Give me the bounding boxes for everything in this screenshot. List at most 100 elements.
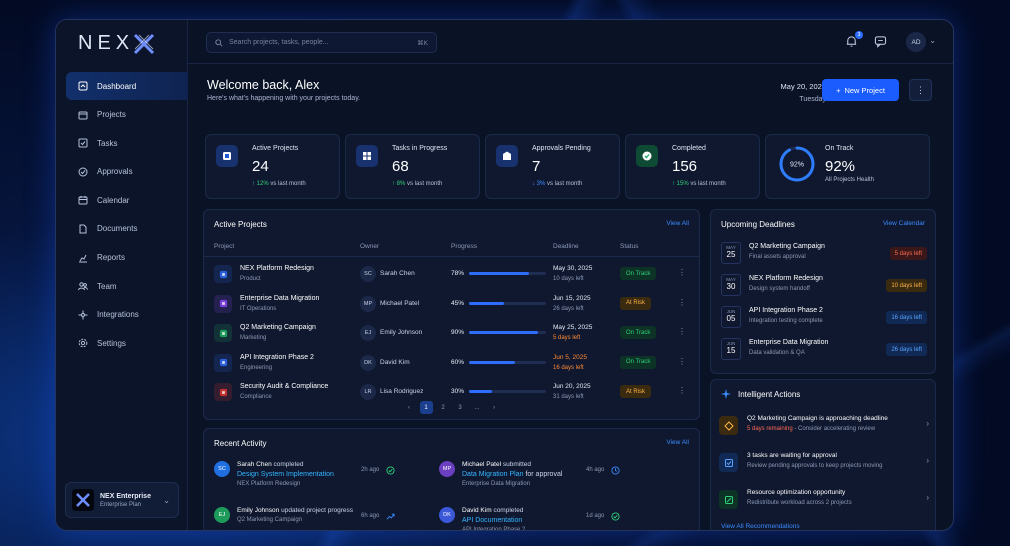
- recommendation-item[interactable]: 3 tasks are waiting for approval Review …: [719, 451, 929, 481]
- sidebar-item-label: Documents: [97, 224, 138, 234]
- plan-switcher[interactable]: NEX Enterprise Enterprise Plan ⌄: [65, 482, 179, 518]
- row-more-icon[interactable]: ⋮: [678, 357, 686, 366]
- deadline-title: API Integration Phase 2: [749, 307, 823, 314]
- stat-label: On Track: [825, 145, 854, 152]
- sidebar-item-documents[interactable]: Documents: [66, 215, 188, 243]
- new-project-label: New Project: [844, 85, 885, 95]
- table-row[interactable]: Enterprise Data Migration IT Operations …: [204, 289, 699, 319]
- recommendation-item[interactable]: Resource optimization opportunity Redist…: [719, 488, 929, 518]
- row-more-icon[interactable]: ⋮: [678, 327, 686, 336]
- stat-card-approvals-pending[interactable]: Approvals Pending 7 ↓ 3% vs last month: [485, 134, 620, 199]
- activity-actor: Michael Patel: [462, 461, 502, 468]
- prev-page-button[interactable]: ‹: [403, 401, 416, 414]
- recommendation-text: Redistribute workload across 2 projects: [747, 500, 852, 506]
- page-button[interactable]: 1: [419, 401, 433, 414]
- tasks-icon: [78, 138, 88, 148]
- stat-card-active-projects[interactable]: Active Projects 24 ↑ 12% vs last month: [205, 134, 340, 199]
- messages-button[interactable]: [874, 35, 888, 49]
- page-button[interactable]: 3: [454, 401, 467, 414]
- sidebar-item-reports[interactable]: Reports: [66, 244, 188, 272]
- sidebar-item-label: Tasks: [97, 138, 118, 148]
- stat-value: 156: [672, 158, 698, 175]
- sidebar-item-team[interactable]: Team: [66, 272, 188, 300]
- row-more-icon[interactable]: ⋮: [678, 268, 686, 277]
- table-row[interactable]: NEX Platform Redesign Product SC Sarah C…: [204, 259, 699, 289]
- sidebar-item-calendar[interactable]: Calendar: [66, 186, 188, 214]
- progress-percent: 78%: [451, 270, 465, 277]
- documents-icon: [79, 224, 87, 234]
- stat-card-completed[interactable]: Completed 156 ↑ 15% vs last month: [625, 134, 760, 199]
- chevron-down-icon[interactable]: ⌄: [929, 36, 936, 45]
- project-name[interactable]: API Integration Phase 2: [240, 354, 314, 361]
- brand-logo[interactable]: NEX: [78, 32, 156, 55]
- row-more-icon[interactable]: ⋮: [678, 298, 686, 307]
- sidebar-item-dashboard[interactable]: Dashboard: [66, 72, 188, 100]
- search-input[interactable]: Search projects, tasks, people... ⌘K: [206, 32, 437, 53]
- topbar: Search projects, tasks, people... ⌘K 3 A…: [188, 20, 953, 64]
- project-name[interactable]: NEX Platform Redesign: [240, 265, 314, 272]
- col-progress: Progress: [451, 243, 478, 250]
- page-button[interactable]: ...: [471, 401, 484, 414]
- owner-name: Michael Patel: [380, 299, 420, 307]
- stat-label: Active Projects: [252, 145, 299, 152]
- activity-time: 6h ago: [361, 513, 380, 519]
- activity-verb: updated project progress: [281, 507, 353, 514]
- deadline-item[interactable]: JUN 15 Enterprise Data Migration Data va…: [721, 338, 927, 366]
- stat-card-on-track[interactable]: 92% On Track 92% All Projects Health: [765, 134, 930, 199]
- activity-project: Enterprise Data Migration: [462, 481, 531, 487]
- progress-bar: [469, 331, 546, 334]
- table-row[interactable]: Q2 Marketing Campaign Marketing EJ Emily…: [204, 318, 699, 348]
- view-calendar-link[interactable]: View Calendar: [883, 220, 925, 227]
- stat-label: Tasks in Progress: [392, 145, 448, 152]
- project-name[interactable]: Security Audit & Compliance: [240, 383, 328, 390]
- date-text: May 20, 2025: [780, 82, 826, 91]
- deadline-item[interactable]: MAY 30 NEX Platform Redesign Design syst…: [721, 274, 927, 302]
- stat-value: 68: [392, 158, 409, 175]
- message-icon: [874, 36, 887, 48]
- calendar-date-icon: MAY 25: [721, 242, 741, 264]
- calendar-date-icon: JUN 15: [721, 338, 741, 360]
- stat-trend: ↑ 8% vs last month: [392, 181, 442, 187]
- activity-target-link[interactable]: Data Migration Plan: [462, 471, 523, 478]
- row-more-icon[interactable]: ⋮: [678, 386, 686, 395]
- chevron-right-icon: ›: [926, 456, 929, 465]
- project-name[interactable]: Enterprise Data Migration: [240, 295, 319, 302]
- approvals-icon: [78, 167, 88, 177]
- sidebar-item-integrations[interactable]: Integrations: [66, 301, 188, 329]
- stat-card-tasks-in-progress[interactable]: Tasks in Progress 68 ↑ 8% vs last month: [345, 134, 480, 199]
- sidebar: NEX Dashboard Projects Tasks Approvals C…: [56, 20, 188, 530]
- activity-target-link[interactable]: API Documentation: [462, 517, 522, 524]
- table-row[interactable]: API Integration Phase 2 Engineering DK D…: [204, 348, 699, 378]
- intelligent-actions-panel: Intelligent Actions Q2 Marketing Campaig…: [710, 379, 936, 530]
- page-button[interactable]: 2: [437, 401, 450, 414]
- sidebar-item-settings[interactable]: Settings: [66, 329, 188, 357]
- stat-value: 92%: [825, 158, 856, 175]
- new-project-button[interactable]: + New Project: [822, 79, 899, 101]
- view-all-projects-link[interactable]: View All: [666, 220, 689, 227]
- user-avatar[interactable]: AD: [906, 32, 926, 52]
- panel-title: Recent Activity: [214, 439, 267, 448]
- deadline-item[interactable]: MAY 25 Q2 Marketing Campaign Final asset…: [721, 242, 927, 270]
- next-page-button[interactable]: ›: [488, 401, 501, 414]
- chevron-down-icon: ⌄: [163, 496, 170, 505]
- view-all-recommendations-link[interactable]: View All Recommendations: [721, 523, 800, 530]
- sidebar-item-approvals[interactable]: Approvals: [66, 158, 188, 186]
- recommendation-title: 3 tasks are waiting for approval: [747, 452, 837, 459]
- project-name[interactable]: Q2 Marketing Campaign: [240, 324, 316, 331]
- deadline-item[interactable]: JUN 05 API Integration Phase 2 Integrati…: [721, 306, 927, 334]
- pagination: ‹ 1 2 3... ›: [204, 401, 699, 414]
- view-all-activity-link[interactable]: View All: [666, 439, 689, 446]
- activity-target-link[interactable]: Design System Implementation: [237, 471, 334, 478]
- progress-percent: 30%: [451, 388, 465, 395]
- sidebar-item-label: Reports: [97, 253, 126, 263]
- sidebar-item-projects[interactable]: Projects: [66, 101, 188, 129]
- recommendation-item[interactable]: Q2 Marketing Campaign is approaching dea…: [719, 414, 929, 444]
- notifications-button[interactable]: 3: [845, 31, 863, 49]
- page-subtitle: Here's what's happening with your projec…: [207, 95, 361, 102]
- more-options-button[interactable]: ⋮: [909, 79, 932, 101]
- trend-value: ↓ 3%: [532, 181, 546, 187]
- sidebar-item-tasks[interactable]: Tasks: [66, 129, 188, 157]
- project-category: Marketing: [240, 335, 267, 341]
- deadline-badge: 16 days left: [886, 311, 927, 324]
- deadline-date: Jun 15, 2025: [553, 294, 591, 302]
